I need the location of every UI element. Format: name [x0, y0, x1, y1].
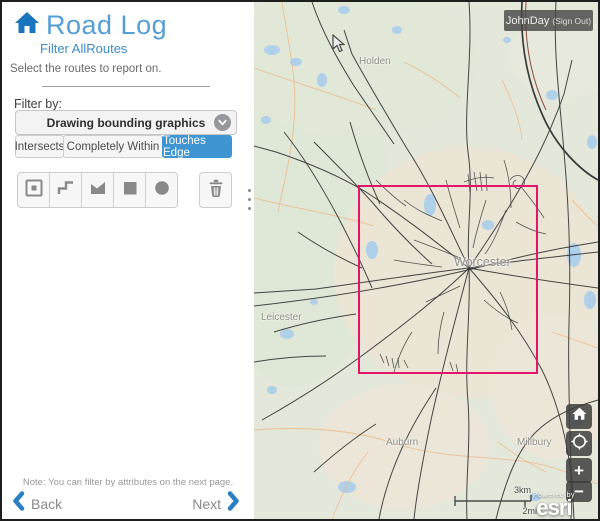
filter-allroutes-link[interactable]: Filter AllRoutes — [40, 41, 127, 56]
esri-logo: esri — [533, 499, 575, 518]
draw-polygon-button[interactable] — [81, 172, 114, 208]
draw-circle-button[interactable] — [145, 172, 178, 208]
home-extent-button[interactable] — [566, 404, 592, 429]
mouse-cursor — [332, 34, 345, 58]
scale-bar-labels: 3km 2mi — [450, 485, 545, 517]
panel-collapse-handle[interactable] — [245, 189, 253, 210]
page-title: Road Log — [46, 10, 167, 41]
draw-polyline-button[interactable] — [49, 172, 82, 208]
circle-tool-icon — [152, 178, 172, 203]
draw-point-button[interactable] — [17, 172, 50, 208]
town-label-holden: Holden — [359, 56, 391, 67]
town-label-auburn: Auburn — [386, 437, 418, 448]
filter-type-dropdown[interactable]: Drawing bounding graphics — [15, 110, 237, 135]
town-label-millbury: Millbury — [517, 437, 551, 448]
sign-out-link[interactable]: (Sign Out) — [552, 16, 591, 26]
next-label: Next — [192, 496, 221, 512]
next-button[interactable]: Next — [192, 491, 240, 516]
chevron-left-icon — [12, 491, 25, 516]
locate-me-button[interactable] — [566, 431, 592, 456]
signed-in-user-button[interactable]: JohnDay (Sign Out) — [504, 10, 593, 31]
tab-completely-within[interactable]: Completely Within — [63, 135, 163, 158]
plus-icon: + — [574, 462, 584, 479]
zoom-in-button[interactable]: + — [566, 458, 592, 483]
tab-intersects[interactable]: Intersects — [15, 135, 64, 158]
draw-toolbar — [17, 172, 177, 208]
point-tool-icon — [24, 178, 44, 203]
tab-touches-edge[interactable]: Touches Edge — [162, 135, 232, 158]
draw-rectangle-button[interactable] — [113, 172, 146, 208]
road-log-window: Road Log Filter AllRoutes Select the rou… — [0, 0, 600, 521]
rectangle-tool-icon — [120, 178, 140, 203]
instruction-text: Select the routes to report on. — [10, 63, 162, 75]
chevron-down-icon — [214, 114, 231, 131]
scale-km-label: 3km — [514, 485, 531, 495]
minus-icon: − — [574, 483, 584, 500]
town-label-worcester: Worcester — [454, 255, 511, 269]
town-label-leicester: Leicester — [261, 312, 302, 323]
delete-graphics-button[interactable] — [199, 172, 232, 208]
esri-attribution: Powered by esri — [533, 492, 575, 518]
home-app-icon — [14, 11, 40, 40]
dropdown-selected-value: Drawing bounding graphics — [47, 116, 206, 130]
divider-line — [42, 86, 210, 87]
polyline-tool-icon — [56, 178, 76, 203]
spatial-relation-tabs: Intersects Completely Within Touches Edg… — [15, 135, 231, 158]
user-name: JohnDay — [506, 15, 549, 27]
polygon-tool-icon — [88, 178, 108, 203]
trash-icon — [206, 178, 226, 203]
locate-icon — [571, 433, 588, 455]
home-icon — [572, 407, 587, 426]
filter-by-label: Filter by: — [14, 97, 62, 111]
filter-panel: Road Log Filter AllRoutes Select the rou… — [2, 2, 254, 519]
footer-note: Note: You can filter by attributes on th… — [2, 477, 254, 488]
back-label: Back — [31, 496, 62, 512]
app-header: Road Log — [14, 10, 167, 41]
back-button[interactable]: Back — [12, 491, 62, 516]
chevron-right-icon — [227, 491, 240, 516]
map-canvas[interactable]: Holden Worcester Leicester Auburn Millbu… — [254, 2, 598, 519]
